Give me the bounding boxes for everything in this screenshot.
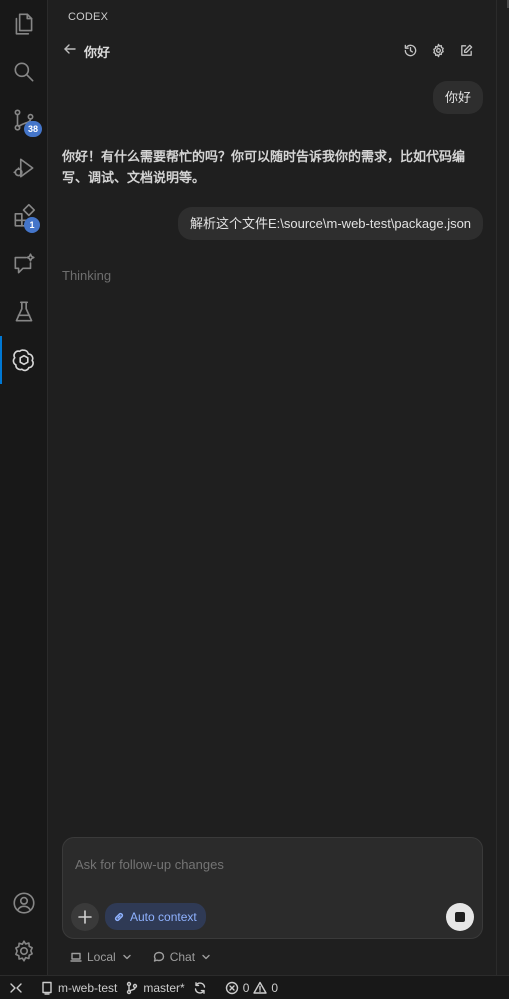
- chat-mode-label: Chat: [169, 950, 196, 964]
- branch-status[interactable]: master*: [125, 980, 185, 995]
- activity-bar: 38 1: [0, 0, 48, 975]
- add-attachment-button[interactable]: [71, 903, 99, 931]
- auto-context-button[interactable]: Auto context: [105, 903, 206, 930]
- codex-button[interactable]: [0, 336, 48, 384]
- assistant-message: 你好！有什么需要帮忙的吗？你可以随时告诉我你的需求，比如代码编写、调试、文档说明…: [62, 149, 466, 185]
- remote-indicator[interactable]: [0, 976, 32, 999]
- explorer-button[interactable]: [0, 0, 48, 48]
- extensions-badge: 1: [24, 217, 40, 233]
- workspace-status[interactable]: m-web-test: [40, 981, 117, 995]
- sync-icon: [194, 981, 205, 994]
- local-mode-dropdown[interactable]: Local: [70, 948, 133, 966]
- workspace-name: m-web-test: [58, 980, 118, 995]
- stop-button[interactable]: [446, 903, 474, 931]
- status-bar: m-web-test master* 0 0: [0, 975, 509, 999]
- source-control-button[interactable]: 38: [0, 96, 48, 144]
- chat-title: 你好: [84, 45, 111, 60]
- user-message: 你好: [433, 81, 484, 114]
- chat-header: 你好: [48, 38, 496, 64]
- panel-settings-button[interactable]: [429, 41, 447, 59]
- run-debug-button[interactable]: [0, 144, 48, 192]
- chat-mode-dropdown[interactable]: Chat: [153, 948, 212, 966]
- search-button[interactable]: [0, 48, 48, 96]
- history-icon: [404, 44, 416, 56]
- laptop-icon: [70, 952, 82, 962]
- user-message: 解析这个文件E:\source\m-web-test\package.json: [178, 207, 484, 240]
- local-mode-label: Local: [87, 950, 116, 964]
- follow-up-input[interactable]: [75, 854, 455, 874]
- chevron-down-icon: [122, 954, 131, 960]
- error-count: 0: [242, 980, 250, 995]
- chat-bubble-icon: [153, 951, 164, 962]
- gear-icon: [15, 940, 33, 962]
- git-branch-icon: [127, 981, 138, 994]
- back-button[interactable]: [62, 41, 78, 57]
- device-icon: [42, 981, 52, 995]
- composer-footer: Local Chat: [70, 948, 212, 966]
- scrollbar[interactable]: [496, 0, 509, 975]
- beaker-icon: [15, 301, 33, 322]
- warning-count: 0: [271, 980, 279, 995]
- gear-icon: [432, 43, 444, 57]
- codex-panel: CODEX 你好 你好 你好！有什么需要帮忙的吗？你可以随时告诉我你的需求，比如…: [48, 0, 496, 975]
- composer: Auto context: [62, 837, 483, 939]
- auto-context-label: Auto context: [130, 909, 197, 924]
- stop-icon: [455, 912, 465, 922]
- remote-icon: [10, 982, 22, 993]
- thinking-indicator: Thinking: [62, 268, 112, 283]
- extensions-button[interactable]: 1: [0, 192, 48, 240]
- chevron-down-icon: [202, 954, 210, 960]
- new-chat-button[interactable]: [457, 41, 475, 59]
- error-icon: [225, 981, 238, 994]
- account-icon: [13, 892, 35, 914]
- link-icon: [114, 912, 124, 921]
- accounts-button[interactable]: [0, 879, 48, 927]
- arrow-left-icon: [64, 44, 76, 54]
- warning-icon: [253, 981, 268, 994]
- chat-sparkle-icon: [14, 253, 35, 274]
- run-debug-icon: [13, 158, 34, 178]
- problems-status[interactable]: 0 0: [225, 981, 278, 995]
- source-control-badge: 38: [24, 121, 43, 137]
- sync-button[interactable]: [193, 981, 207, 995]
- branch-name: master*: [143, 980, 185, 995]
- search-icon: [14, 62, 34, 82]
- history-button[interactable]: [401, 41, 419, 59]
- openai-icon: [12, 349, 34, 372]
- settings-button[interactable]: [0, 927, 48, 975]
- panel-title: CODEX: [68, 11, 109, 23]
- codex-app: 38 1 CODEX 你好 你好 你好！有什么需要帮忙的吗？你可以随时告诉我你的…: [0, 0, 509, 999]
- testing-button[interactable]: [0, 288, 48, 336]
- edit-icon: [460, 44, 472, 56]
- plus-icon: [78, 910, 92, 924]
- files-icon: [15, 13, 33, 35]
- chat-button[interactable]: [0, 240, 48, 288]
